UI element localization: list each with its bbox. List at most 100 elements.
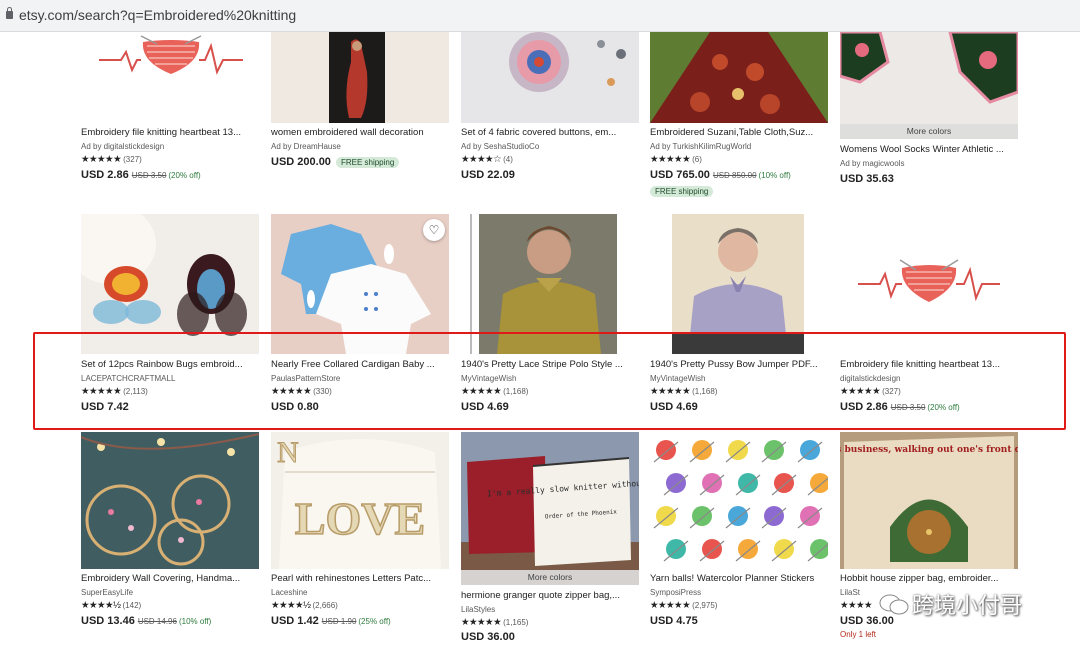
yarn-ball (800, 506, 820, 526)
rating: ★★★★★ (330) (271, 386, 332, 397)
yarn-ball-stickers-image (653, 440, 828, 562)
listing-title[interactable]: Embroidery file knitting heartbeat 13... (840, 359, 1018, 370)
yarn-ball (728, 440, 748, 460)
listing-image[interactable]: ♡ (271, 214, 449, 354)
shop-name[interactable]: Ad by DreamHause (271, 142, 341, 151)
url-text[interactable]: etsy.com/search?q=Embroidered%20knitting (19, 7, 296, 23)
shop-name[interactable]: PaulasPatternStore (271, 374, 340, 383)
original-price: USD 850.00 (712, 171, 757, 180)
stars: ★★★★½ (271, 600, 311, 611)
shop-name[interactable]: SymposiPress (650, 588, 701, 597)
yarn-ball (728, 506, 748, 526)
address-bar[interactable]: etsy.com/search?q=Embroidered%20knitting (0, 0, 1080, 32)
review-count: (2,113) (123, 387, 148, 396)
shop-name[interactable]: Ad by magicwools (840, 159, 904, 168)
yarn-ball (810, 473, 828, 493)
price-value: USD 765.00 (650, 169, 710, 181)
listing-title[interactable]: Set of 12pcs Rainbow Bugs embroid... (81, 359, 259, 370)
shop-name[interactable]: MyVintageWish (461, 374, 516, 383)
listing-title[interactable]: 1940's Pretty Lace Stripe Polo Style ... (461, 359, 639, 370)
listing-title[interactable]: Yarn balls! Watercolor Planner Stickers (650, 573, 828, 584)
discount: (10% off) (178, 617, 212, 626)
listing-image[interactable] (461, 32, 639, 123)
listing-title[interactable]: 1940's Pretty Pussy Bow Jumper PDF... (650, 359, 828, 370)
price: USD 36.00 (461, 631, 515, 643)
yarn-ball (810, 539, 828, 559)
listing-title[interactable]: Embroidery Wall Covering, Handma... (81, 573, 259, 584)
more-colors-label[interactable]: More colors (461, 570, 639, 585)
rating: ★★★★★ (6) (650, 154, 702, 165)
listing-title[interactable]: Nearly Free Collared Cardigan Baby ... (271, 359, 449, 370)
listing-title[interactable]: Pearl with rehinestones Letters Patc... (271, 573, 449, 584)
price: USD 4.69 (650, 401, 698, 413)
wall-hoops-image (81, 432, 259, 569)
yarn-ball (692, 440, 712, 460)
rating: ★★★★ (840, 600, 874, 611)
listing-title[interactable]: women embroidered wall decoration (271, 127, 449, 138)
shop-name[interactable]: Ad by digitalstickdesign (81, 142, 164, 151)
price-value: USD 2.86 (840, 401, 888, 413)
listing-image[interactable]: More colors (840, 32, 1018, 139)
shop-name[interactable]: Ad by TurkishKilimRugWorld (650, 142, 751, 151)
listing-title[interactable]: Embroidery file knitting heartbeat 13... (81, 127, 259, 138)
price-value: USD 1.42 (271, 615, 319, 627)
price: USD 4.75 (650, 615, 698, 627)
yarn-ball (702, 473, 722, 493)
listing-title[interactable]: Womens Wool Socks Winter Athletic ... (840, 144, 1018, 155)
discount: (20% off) (168, 171, 201, 180)
listing-image[interactable] (81, 32, 259, 123)
yarn-ball (800, 440, 820, 460)
price-value: USD 22.09 (461, 169, 515, 181)
listing-image[interactable] (650, 432, 828, 569)
yarn-ball (774, 539, 794, 559)
listing-image[interactable]: It's a dangerous business, walking out o… (840, 432, 1018, 569)
listing-title[interactable]: hermione granger quote zipper bag,... (461, 590, 639, 601)
price: USD 4.69 (461, 401, 509, 413)
listing-title[interactable]: Hobbit house zipper bag, embroider... (840, 573, 1018, 584)
price-value: USD 200.00 (271, 156, 331, 168)
yarn-ball (666, 539, 686, 559)
review-count: (327) (882, 387, 901, 396)
review-count: (142) (122, 601, 142, 610)
review-count: (2,666) (312, 601, 338, 610)
listing-image[interactable] (81, 214, 259, 354)
listing-image[interactable] (840, 214, 1018, 354)
pearl-letters-image: LOVE N (277, 436, 441, 569)
listing-title[interactable]: Set of 4 fabric covered buttons, em... (461, 127, 639, 138)
shop-name[interactable]: digitalstickdesign (840, 374, 900, 383)
favorite-heart-icon[interactable]: ♡ (423, 219, 445, 241)
listing-image[interactable] (461, 214, 639, 354)
price-value: USD 4.75 (650, 615, 698, 627)
shop-name[interactable]: Laceshine (271, 588, 307, 597)
price: USD 7.42 (81, 401, 129, 413)
listing-image[interactable] (271, 32, 449, 123)
shop-name[interactable]: LilaStyles (461, 605, 495, 614)
discount: (10% off) (758, 171, 791, 180)
listing-image[interactable] (650, 32, 828, 123)
free-shipping-badge: FREE shipping (335, 157, 400, 168)
price: USD 2.86 USD 3.50 (20% off) (840, 401, 960, 413)
price-value: USD 7.42 (81, 401, 129, 413)
stars: ★★★★★ (650, 154, 691, 165)
listing-image[interactable]: LOVE N (271, 432, 449, 569)
yarn-ball (764, 506, 784, 526)
wall-decoration-image (329, 32, 385, 123)
shop-name[interactable]: MyVintageWish (650, 374, 705, 383)
more-colors-label[interactable]: More colors (840, 124, 1018, 139)
listing-image[interactable]: I'm a really slow knitter without magic … (461, 432, 639, 585)
shop-name[interactable]: Ad by SeshaStudioCo (461, 142, 539, 151)
rating: ★★★★★ (1,168) (461, 386, 528, 397)
price: USD 35.63 (840, 173, 894, 185)
stars: ★★★★☆ (461, 154, 502, 165)
price: USD 1.42 USD 1.90 (25% off) (271, 615, 391, 627)
svg-text:N: N (277, 436, 299, 469)
shop-name[interactable]: LilaSt (840, 588, 860, 597)
yarn-ball (738, 473, 758, 493)
listing-image[interactable] (81, 432, 259, 569)
shop-name[interactable]: SuperEasyLife (81, 588, 133, 597)
listing-title[interactable]: Embroidered Suzani,Table Cloth,Suz... (650, 127, 828, 138)
listing-image[interactable] (650, 214, 828, 354)
rating: ★★★★½ (2,666) (271, 600, 338, 611)
shop-name[interactable]: LACEPATCHCRAFTMALL (81, 374, 175, 383)
stars: ★★★★★ (840, 386, 881, 397)
